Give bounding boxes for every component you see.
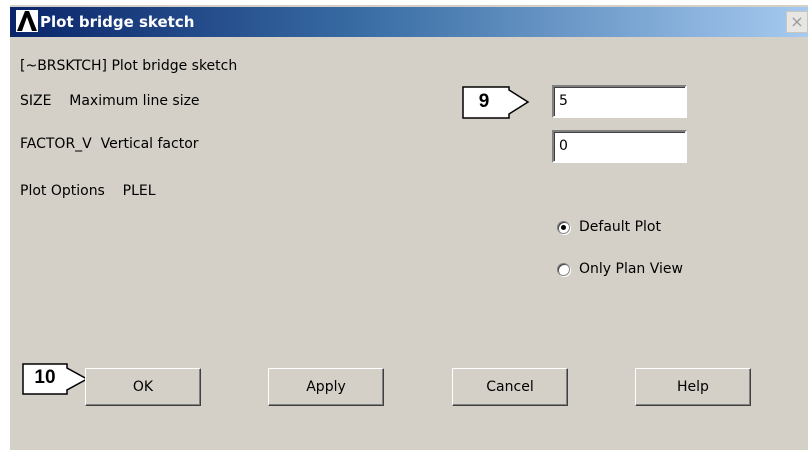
cancel-button[interactable]: Cancel bbox=[452, 368, 568, 406]
apply-button[interactable]: Apply bbox=[268, 368, 384, 406]
title-bar[interactable]: Plot bridge sketch × bbox=[10, 7, 808, 37]
radio-only-plan-view-label: Only Plan View bbox=[579, 261, 683, 277]
callout-10-arrow: 10 bbox=[22, 363, 92, 397]
window-title: Plot bridge sketch bbox=[40, 13, 195, 31]
radio-button-unchecked[interactable] bbox=[557, 262, 570, 276]
close-button[interactable]: × bbox=[786, 11, 808, 33]
help-button[interactable]: Help bbox=[635, 368, 751, 406]
radio-only-plan-view[interactable]: Only Plan View bbox=[557, 259, 683, 279]
size-label: SIZE Maximum line size bbox=[20, 93, 200, 109]
size-input[interactable]: 5 bbox=[552, 85, 687, 118]
close-icon: × bbox=[790, 12, 804, 31]
ok-button[interactable]: OK bbox=[85, 368, 201, 406]
factor-label: FACTOR_V Vertical factor bbox=[20, 136, 199, 152]
plot-options-label: Plot Options PLEL bbox=[20, 183, 156, 199]
callout-10-number: 10 bbox=[34, 367, 56, 388]
callout-9-number: 9 bbox=[478, 91, 490, 112]
factor-input[interactable]: 0 bbox=[552, 130, 687, 163]
dialog-window: Plot bridge sketch × [~BRSKTCH] Plot bri… bbox=[9, 5, 808, 450]
radio-button-checked[interactable] bbox=[557, 220, 570, 234]
command-label: [~BRSKTCH] Plot bridge sketch bbox=[20, 58, 238, 74]
ansys-logo-icon bbox=[16, 10, 38, 32]
callout-9-arrow: 9 bbox=[462, 86, 530, 120]
radio-default-plot-label: Default Plot bbox=[579, 219, 661, 235]
radio-default-plot[interactable]: Default Plot bbox=[557, 217, 661, 237]
